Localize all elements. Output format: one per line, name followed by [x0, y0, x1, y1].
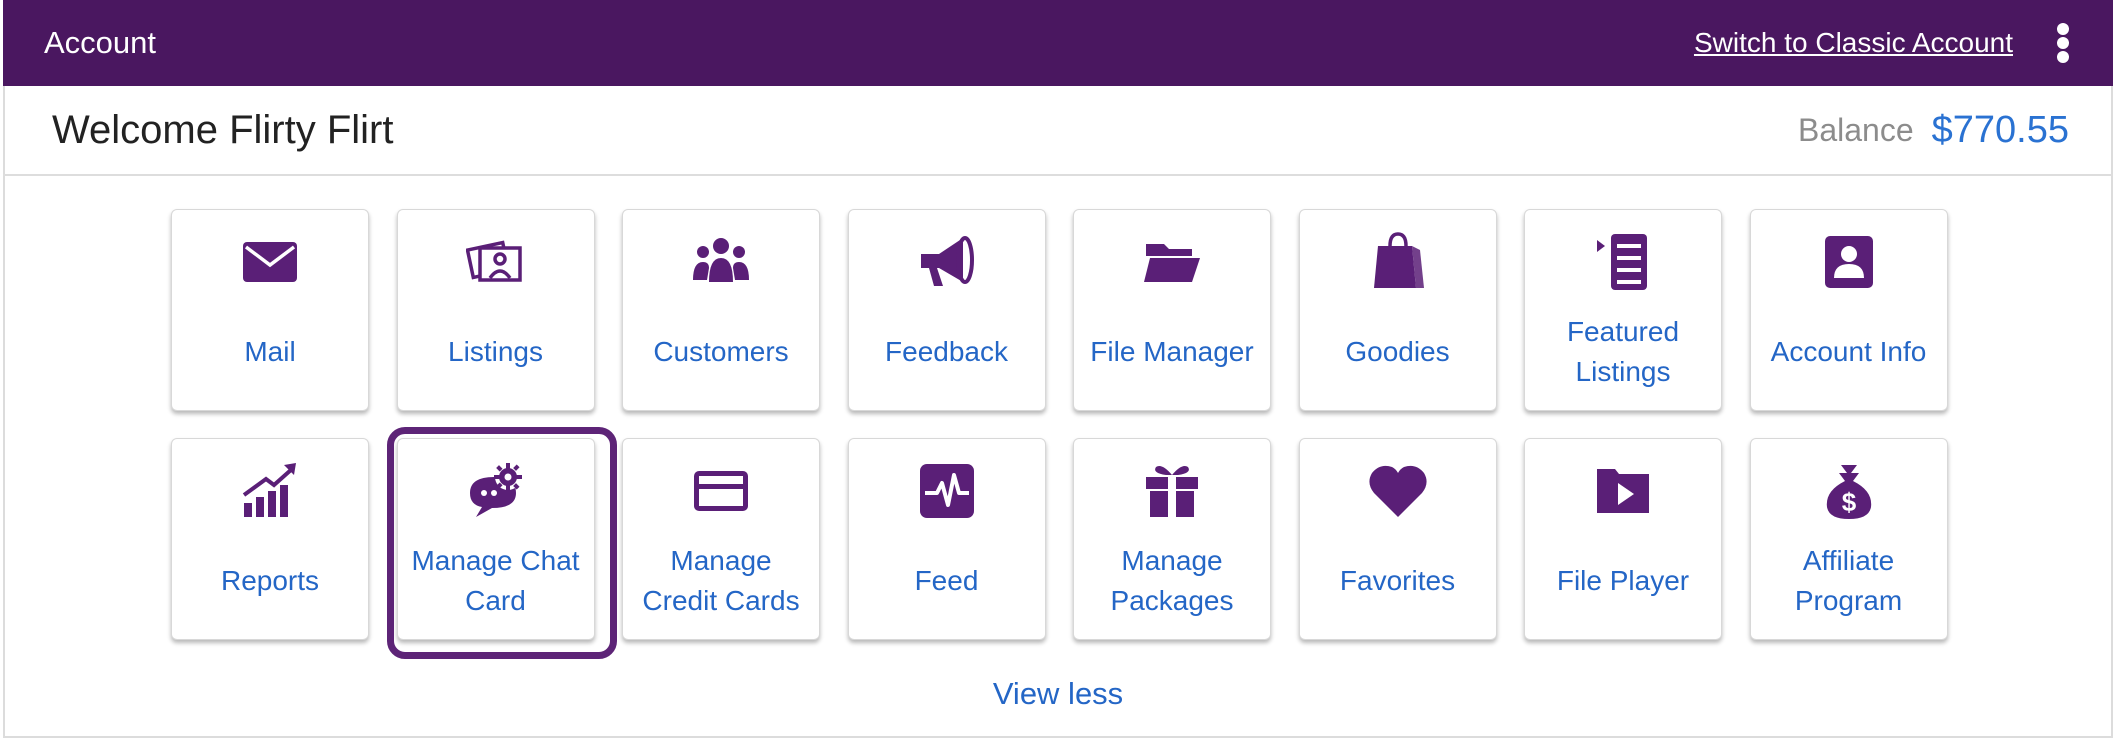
tile-listings[interactable]: Listings [396, 209, 595, 411]
tile-label: Manage Credit Cards [642, 545, 800, 616]
tile-file-player[interactable]: File Player [1524, 438, 1722, 640]
customers-icon [623, 230, 819, 294]
listings-icon [398, 230, 594, 294]
tile-mail[interactable]: Mail [171, 209, 369, 411]
tile-label: File Player [1556, 565, 1690, 596]
money-bag-icon: $ [1751, 459, 1947, 523]
tile-affiliate-program[interactable]: $ Affiliate Program [1749, 438, 1948, 640]
megaphone-icon [849, 230, 1045, 294]
growth-chart-icon [172, 459, 368, 523]
tile-label: Featured Listings [1566, 316, 1680, 387]
chat-gear-icon [398, 459, 594, 523]
balance-label: Balance [1797, 111, 1914, 148]
view-less-link[interactable]: View less [0, 676, 2116, 712]
heart-icon [1300, 459, 1496, 523]
pulse-icon [849, 459, 1045, 523]
video-folder-icon [1525, 459, 1721, 523]
tile-goodies[interactable]: Goodies [1298, 209, 1497, 411]
tile-label: Account Info [1770, 336, 1927, 367]
tile-featured-listings[interactable]: Featured Listings [1524, 209, 1722, 411]
tile-label: Goodies [1345, 336, 1450, 367]
tile-account-info[interactable]: Account Info [1749, 209, 1948, 411]
tile-label: Customers [653, 336, 789, 367]
shopping-bag-icon [1300, 230, 1496, 294]
tile-label: File Manager [1090, 336, 1254, 367]
tile-label: Reports [220, 565, 320, 596]
credit-card-icon [623, 459, 819, 523]
svg-text:$: $ [1841, 487, 1856, 517]
kebab-menu-icon[interactable] [2055, 19, 2071, 67]
folder-icon [1074, 230, 1270, 294]
tile-feed[interactable]: Feed [847, 438, 1046, 640]
tile-label: Manage Chat Card [411, 545, 580, 616]
tile-customers[interactable]: Customers [622, 209, 820, 411]
switch-to-classic-link[interactable]: Switch to Classic Account [1694, 27, 2013, 59]
top-bar: Account Switch to Classic Account [3, 0, 2113, 86]
tile-manage-packages[interactable]: Manage Packages [1073, 438, 1271, 640]
featured-list-icon [1525, 230, 1721, 294]
mail-icon [172, 230, 368, 294]
page-title: Account [44, 25, 157, 60]
welcome-text: Welcome Flirty Flirt [52, 107, 394, 152]
tile-feedback[interactable]: Feedback [847, 209, 1046, 411]
gift-icon [1074, 459, 1270, 523]
balance-value: $770.55 [1931, 108, 2069, 151]
tile-reports[interactable]: Reports [171, 438, 369, 640]
tile-label: Favorites [1339, 565, 1456, 596]
tile-manage-chat-card[interactable]: Manage Chat Card [396, 438, 595, 640]
tile-label: Feed [914, 565, 979, 596]
tile-label: Feedback [885, 336, 1008, 367]
welcome-row: Welcome Flirty Flirt Balance $770.55 [3, 86, 2113, 176]
tile-favorites[interactable]: Favorites [1298, 438, 1497, 640]
tile-label: Affiliate Program [1794, 545, 1903, 616]
tile-label: Manage Packages [1110, 545, 1234, 616]
account-card-icon [1751, 230, 1947, 294]
tile-label: Listings [448, 336, 543, 367]
tile-file-manager[interactable]: File Manager [1073, 209, 1271, 411]
tile-label: Mail [244, 336, 296, 367]
tile-manage-credit-cards[interactable]: Manage Credit Cards [622, 438, 820, 640]
